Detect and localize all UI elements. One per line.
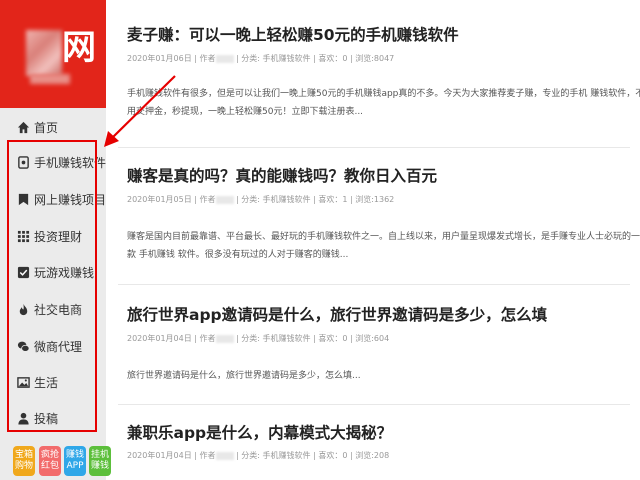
- article-title-link[interactable]: 旅行世界app邀请码是什么，旅行世界邀请码是多少，怎么填: [127, 305, 627, 325]
- badge-line: 疯抢: [40, 450, 59, 460]
- article-likes: | 喜欢：0: [313, 54, 348, 63]
- annotation-highlight-box: [7, 140, 97, 432]
- logo-text: 网: [62, 28, 96, 68]
- article-excerpt: 手机赚钱软件有很多，但是可以让我们一晚上赚50元的手机赚钱app真的不多。今天为…: [127, 87, 640, 117]
- article-item: 麦子赚：可以一晚上轻松赚50元的手机赚钱软件 2020年01月06日 | 作者 …: [127, 25, 640, 117]
- article-meta: 2020年01月05日 | 作者 | 分类: 手机赚钱软件 | 喜欢：1 | 浏…: [127, 195, 394, 205]
- article-meta: 2020年01月04日 | 作者 | 分类: 手机赚钱软件 | 喜欢：0 | 浏…: [127, 451, 389, 461]
- article-date: 2020年01月05日: [127, 195, 192, 204]
- article-category-link[interactable]: | 分类: 手机赚钱软件: [236, 451, 310, 460]
- badge-line: 宝箱: [14, 450, 33, 460]
- article-excerpt-line: 旅行世界邀请码是什么，旅行世界邀请码是多少，怎么填...: [127, 371, 361, 381]
- article-excerpt: 赚客是国内目前最靠谱、平台最长、最好玩的手机赚钱软件之一。自上线以来，用户量呈现…: [127, 230, 640, 260]
- nav-item-label: 首页: [34, 120, 59, 135]
- badge-line: 红包: [40, 461, 59, 471]
- article-item: 旅行世界app邀请码是什么，旅行世界邀请码是多少，怎么填 2020年01月04日…: [127, 305, 627, 381]
- badge-idle-earn[interactable]: 挂机 赚钱: [89, 446, 111, 476]
- article-views: | 浏览:208: [349, 451, 390, 460]
- badge-earn-app[interactable]: 赚钱 APP: [64, 446, 86, 476]
- article-category-link[interactable]: | 分类: 手机赚钱软件: [236, 195, 310, 204]
- article-author-redacted: [215, 195, 234, 204]
- article-excerpt-line: 款 手机赚钱 软件。很多没有玩过的人对于赚客的赚钱...: [127, 250, 349, 260]
- article-item: 兼职乐app是什么，内幕模式大揭秘？ 2020年01月04日 | 作者 | 分类…: [127, 423, 627, 460]
- article-author-redacted: [215, 334, 234, 343]
- article-author-label: | 作者: [194, 334, 216, 343]
- badge-treasure-shopping[interactable]: 宝箱 购物: [13, 446, 35, 476]
- badge-red-packet[interactable]: 疯抢 红包: [39, 446, 61, 476]
- logo-blurred-glyph: [26, 30, 62, 76]
- logo-blurred-underline: [30, 74, 70, 84]
- article-author-label: | 作者: [194, 451, 216, 460]
- badge-line: 赚钱: [65, 450, 84, 460]
- article-author-label: | 作者: [194, 195, 216, 204]
- article-meta: 2020年01月04日 | 作者 | 分类: 手机赚钱软件 | 喜欢：0 | 浏…: [127, 334, 389, 344]
- article-date: 2020年01月04日: [127, 334, 192, 343]
- article-views: | 浏览:1362: [349, 195, 395, 204]
- article-title-link[interactable]: 赚客是真的吗？真的能赚钱吗？教你日入百元: [127, 166, 627, 186]
- article-category-link[interactable]: | 分类: 手机赚钱软件: [236, 334, 310, 343]
- article-divider: [118, 404, 630, 405]
- sidebar: 网 首页 手机赚钱软件 网上赚钱项目 投资理财 玩游戏赚钱 社交电商 微商代理 …: [0, 0, 111, 480]
- article-excerpt-line: 手机赚钱软件有很多，但是可以让我们一晚上赚50元的手机赚钱app真的不多。今天为…: [127, 89, 640, 99]
- article-item: 赚客是真的吗？真的能赚钱吗？教你日入百元 2020年01月05日 | 作者 | …: [127, 166, 640, 260]
- article-likes: | 喜欢：0: [313, 451, 348, 460]
- article-likes: | 喜欢：0: [313, 334, 348, 343]
- article-author-redacted: [215, 451, 234, 460]
- badge-line: APP: [66, 461, 84, 471]
- article-divider: [118, 147, 630, 148]
- badge-line: 购物: [14, 461, 33, 471]
- arrow-head: [104, 131, 119, 147]
- article-excerpt: 旅行世界邀请码是什么，旅行世界邀请码是多少，怎么填...: [127, 369, 627, 383]
- article-likes: | 喜欢：1: [313, 195, 348, 204]
- article-excerpt-line: 用交押金，秒提现，一晚上轻松赚50元！立即下载注册表...: [127, 107, 364, 117]
- article-title-link[interactable]: 兼职乐app是什么，内幕模式大揭秘？: [127, 423, 627, 443]
- article-excerpt-line: 赚客是国内目前最靠谱、平台最长、最好玩的手机赚钱软件之一。自上线以来，用户量呈现…: [127, 232, 640, 242]
- home-icon: [17, 121, 30, 133]
- article-category-link[interactable]: | 分类: 手机赚钱软件: [236, 54, 310, 63]
- nav-item-home[interactable]: 首页: [0, 112, 106, 142]
- article-author-redacted: [215, 54, 234, 63]
- article-date: 2020年01月04日: [127, 451, 192, 460]
- badge-line: 赚钱: [90, 461, 109, 471]
- article-meta: 2020年01月06日 | 作者 | 分类: 手机赚钱软件 | 喜欢：0 | 浏…: [127, 54, 394, 64]
- article-views: | 浏览:604: [349, 334, 390, 343]
- article-author-label: | 作者: [194, 54, 216, 63]
- article-title-link[interactable]: 麦子赚：可以一晚上轻松赚50元的手机赚钱软件: [127, 25, 627, 45]
- article-views: | 浏览:8047: [349, 54, 395, 63]
- badge-line: 挂机: [90, 450, 109, 460]
- article-date: 2020年01月06日: [127, 54, 192, 63]
- article-divider: [118, 284, 630, 285]
- site-logo[interactable]: 网: [0, 0, 106, 108]
